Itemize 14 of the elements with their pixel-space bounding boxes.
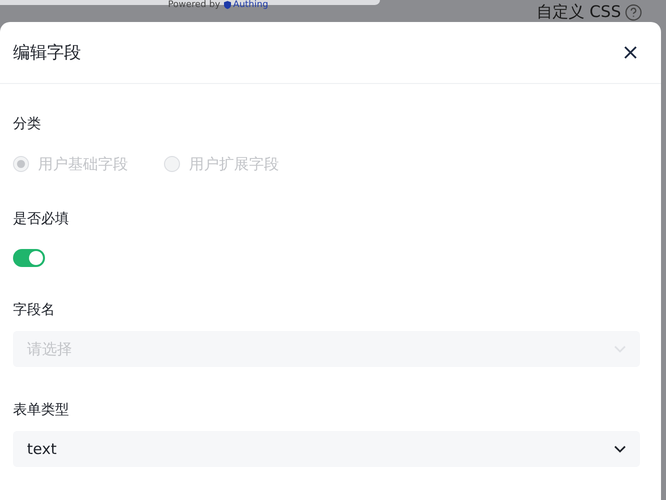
toggle-switch[interactable] — [13, 249, 45, 267]
drawer-title: 编辑字段 — [13, 42, 81, 64]
field-label: 分类 — [13, 115, 42, 134]
custom-css-label: 自定义 CSS — [536, 2, 621, 22]
help-icon[interactable] — [625, 4, 642, 20]
close-button[interactable] — [622, 44, 639, 61]
close-icon — [624, 46, 637, 59]
field-label: 是否必填 — [13, 210, 70, 229]
select-value: text — [27, 440, 57, 458]
shield-icon — [224, 1, 232, 9]
chevron-down-icon — [614, 445, 626, 453]
field-label: 表单类型 — [13, 401, 70, 420]
field-label: 字段名 — [13, 301, 56, 320]
select-field[interactable]: text — [13, 431, 640, 467]
